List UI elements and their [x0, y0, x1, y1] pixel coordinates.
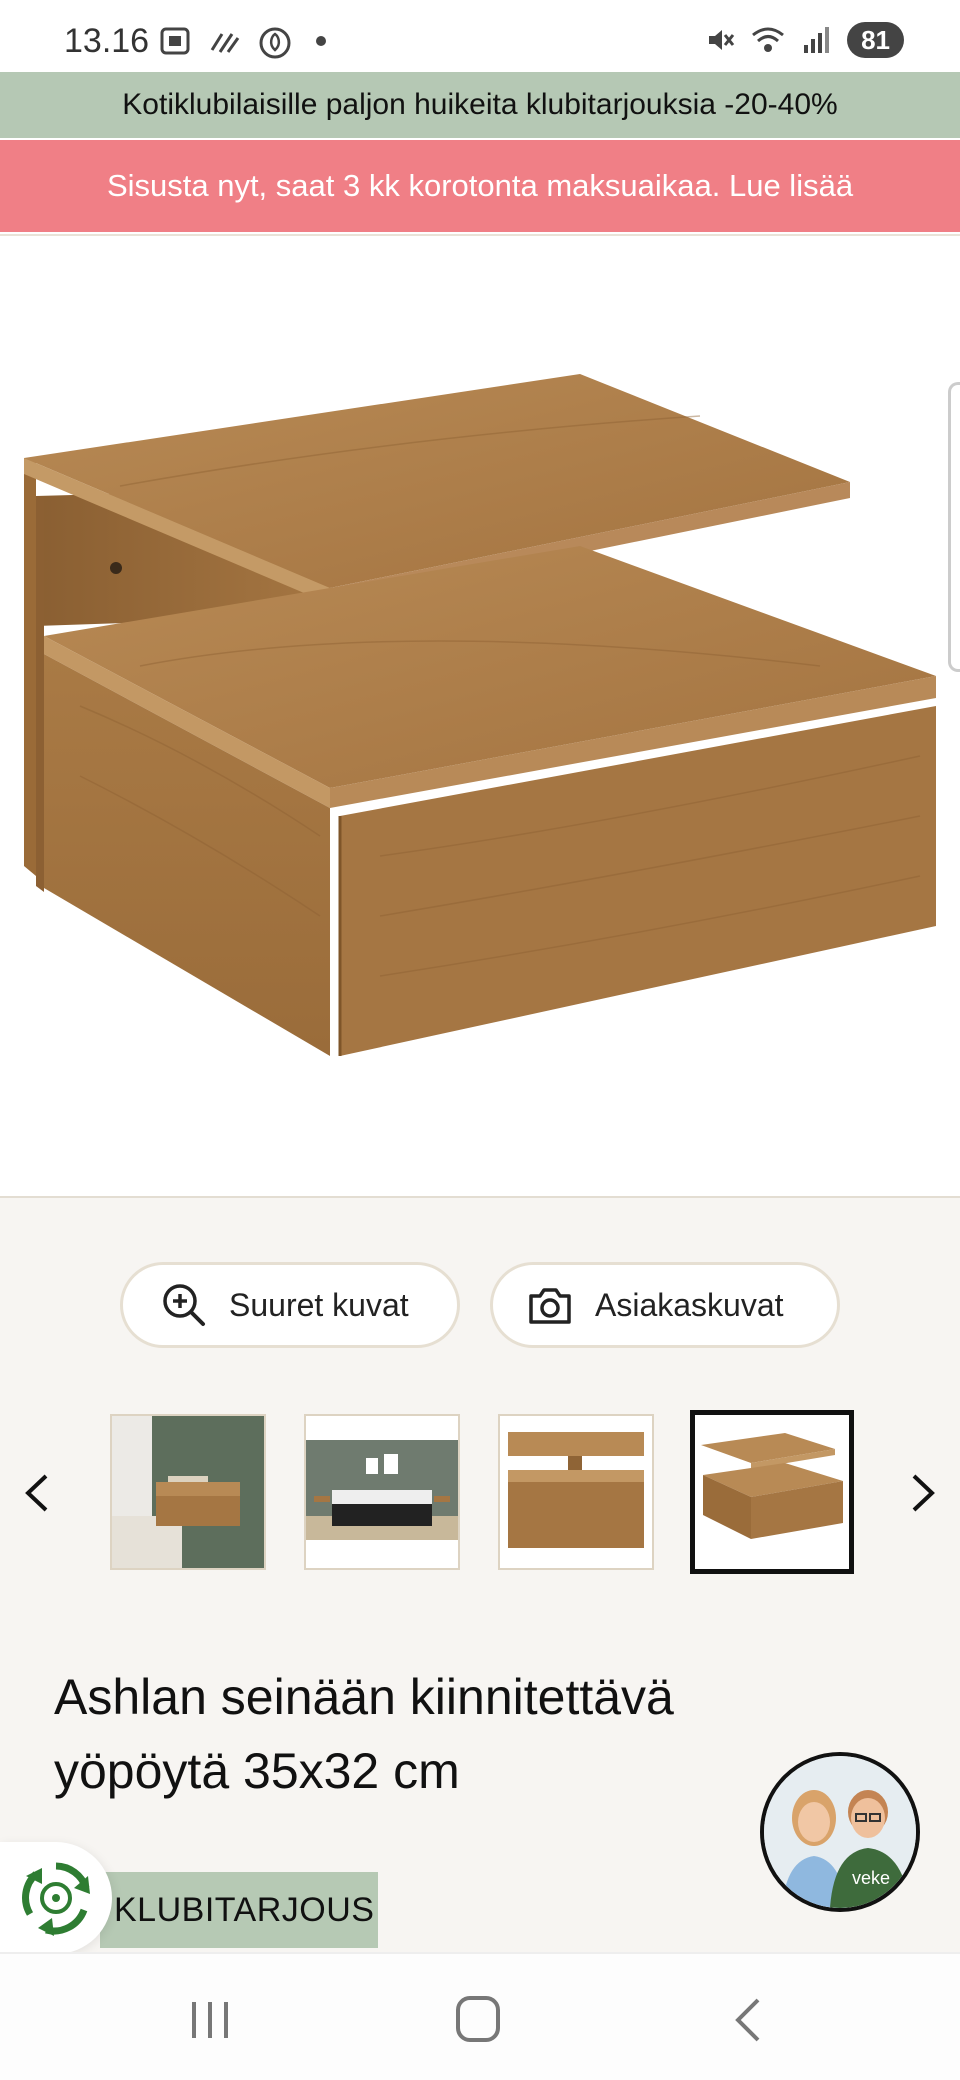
next-image-peek[interactable] [948, 382, 960, 672]
customer-images-button[interactable]: Asiakaskuvat [490, 1262, 840, 1348]
chevron-left-icon[interactable] [18, 1468, 58, 1518]
thumbnail-1[interactable] [110, 1414, 266, 1570]
thumbnail-2[interactable] [304, 1414, 460, 1570]
large-images-label: Suuret kuvat [229, 1286, 409, 1323]
dot-icon [316, 36, 326, 46]
signal-icon [799, 25, 833, 55]
battery-indicator: 81 [847, 22, 904, 58]
screenshot-icon [158, 26, 192, 56]
financing-banner[interactable]: Sisusta nyt, saat 3 kk korotonta maksuai… [0, 140, 960, 232]
recycle-widget-button[interactable] [0, 1842, 112, 1954]
thumbnail-4-selected[interactable] [690, 1410, 854, 1574]
club-offer-badge: KLUBITARJOUS [100, 1872, 378, 1948]
system-nav-bar [0, 1952, 960, 2080]
product-title: Ashlan seinään kiinnitettävä yöpöytä 35x… [54, 1669, 674, 1799]
zoom-in-icon [163, 1284, 205, 1326]
status-bar: 13.16 81 [0, 0, 960, 72]
recycle-icon [22, 1862, 90, 1936]
status-time: 13.16 [64, 22, 150, 60]
status-right-icons: 81 [703, 22, 904, 58]
chat-avatar-text: veke [852, 1868, 890, 1888]
thumbnail-3[interactable] [498, 1414, 654, 1570]
back-icon[interactable] [720, 1994, 780, 2046]
mute-icon [703, 25, 737, 55]
club-offer-banner[interactable]: Kotiklubilaisille paljon huikeita klubit… [0, 72, 960, 138]
chevron-right-icon[interactable] [902, 1468, 942, 1518]
camera-icon [529, 1288, 571, 1324]
customer-images-label: Asiakaskuvat [595, 1286, 784, 1323]
chat-avatar-button[interactable]: veke [760, 1752, 920, 1912]
large-images-button[interactable]: Suuret kuvat [120, 1262, 460, 1348]
status-left-icons [158, 26, 326, 59]
wifi-calling-icon [208, 26, 242, 56]
wifi-icon [751, 25, 785, 55]
leaf-app-icon [258, 26, 292, 59]
home-icon[interactable] [448, 1994, 508, 2046]
recent-apps-icon[interactable] [180, 1994, 240, 2046]
product-main-image[interactable] [0, 236, 960, 1196]
